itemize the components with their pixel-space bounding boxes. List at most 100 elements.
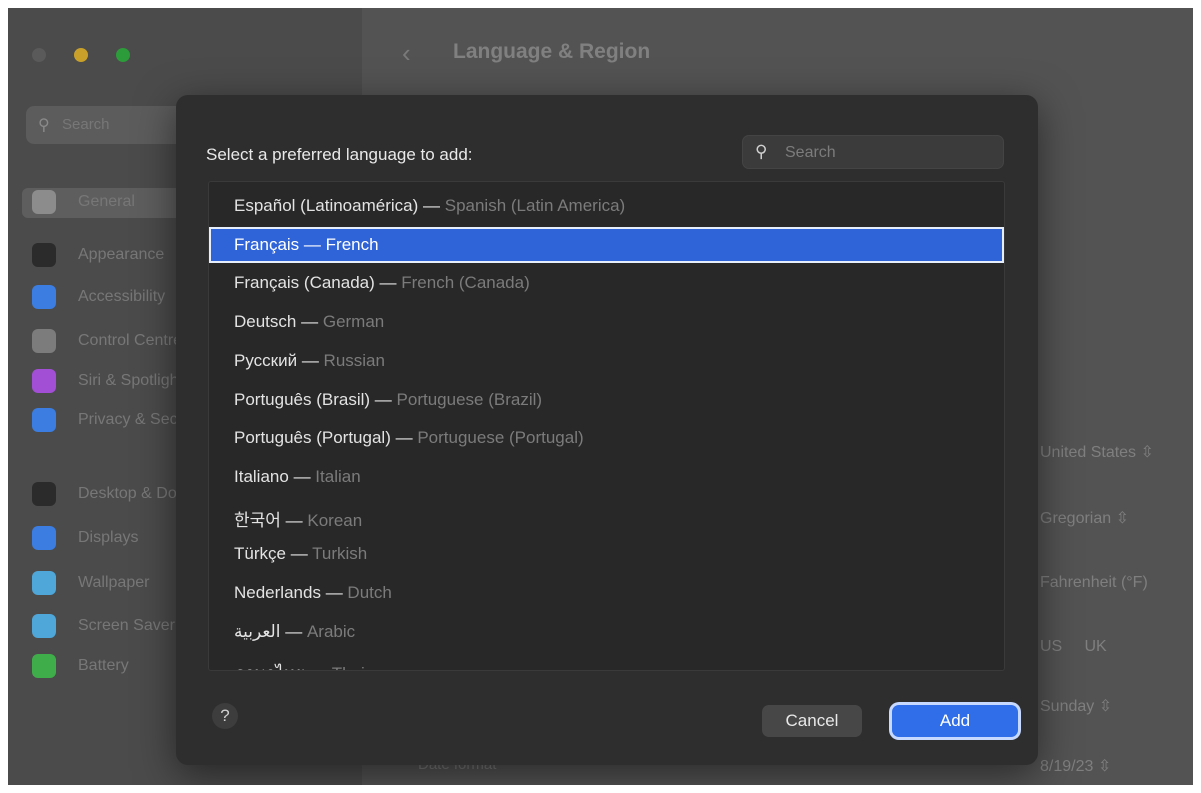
language-native-name: ภาษาไทย <box>234 664 305 670</box>
language-english-name: Turkish <box>312 544 368 564</box>
language-separator: — <box>290 544 308 564</box>
language-row[interactable]: Italiano — Italian <box>209 459 1004 495</box>
language-native-name: Türkçe <box>234 544 286 564</box>
language-row[interactable]: Türkçe — Turkish <box>209 536 1004 572</box>
sidebar-item-label: Control Centre <box>78 332 183 349</box>
language-separator: — <box>293 466 311 486</box>
language-english-name: Korean <box>307 510 363 530</box>
language-native-name: Português (Brasil) <box>234 389 371 409</box>
language-separator: — <box>310 664 327 670</box>
minimize-button[interactable] <box>74 48 88 62</box>
language-native-name: Deutsch <box>234 312 297 332</box>
language-row[interactable]: Português (Brasil) — Portuguese (Brazil) <box>209 382 1004 418</box>
help-button[interactable]: ? <box>212 703 238 729</box>
language-english-name: Thai <box>332 664 365 670</box>
language-row[interactable]: ภาษาไทย — Thai <box>209 652 1004 670</box>
sidebar-item-label: Screen Saver <box>78 617 175 634</box>
sidebar-item-label: Siri & Spotlight <box>78 372 183 389</box>
language-row-text: Français — French <box>234 235 379 255</box>
wallpaper-icon <box>32 571 56 595</box>
language-native-name: Nederlands <box>234 583 321 602</box>
region-value: United States <box>1040 444 1137 461</box>
temperature-popup[interactable]: Fahrenheit (°F) <box>1040 574 1148 592</box>
first-day-popup[interactable]: Sunday ⇳ <box>1040 696 1112 716</box>
add-button[interactable]: Add <box>892 705 1018 737</box>
gear-icon <box>32 190 56 214</box>
sidebar-item-label: General <box>78 193 135 210</box>
sidebar-item-label: Displays <box>78 529 139 546</box>
date-format-value: 8/19/23 <box>1040 758 1094 775</box>
region-popup[interactable]: United States ⇳ <box>1040 442 1154 462</box>
language-separator: — <box>285 510 303 530</box>
temperature-value: Fahrenheit (°F) <box>1040 574 1148 591</box>
language-separator: — <box>325 583 343 602</box>
search-icon: ⚲ <box>38 117 50 134</box>
language-row[interactable]: Русский — Russian <box>209 343 1004 379</box>
calendar-popup[interactable]: Gregorian ⇳ <box>1040 508 1129 528</box>
cancel-button[interactable]: Cancel <box>762 705 862 737</box>
appearance-icon <box>32 243 56 267</box>
language-native-name: Русский <box>234 350 298 370</box>
language-separator: — <box>423 196 440 215</box>
settings-window: ⚲ Search General Appearance Accessibility C… <box>8 8 1193 785</box>
language-english-name: German <box>322 312 385 332</box>
calendar-value: Gregorian <box>1040 510 1112 527</box>
language-english-name: French <box>325 234 379 254</box>
date-format-popup[interactable]: 8/19/23 ⇳ <box>1040 756 1111 776</box>
dock-icon <box>32 482 56 506</box>
language-row-text: Русский — Russian <box>234 351 385 371</box>
accessibility-icon <box>32 285 56 309</box>
sidebar-search-placeholder: Search <box>62 116 110 133</box>
language-english-name: French (Canada) <box>401 273 530 293</box>
language-row-text: Français (Canada) — French (Canada) <box>234 273 530 293</box>
language-english-name: Spanish (Latin America) <box>444 196 626 215</box>
language-english-name: Russian <box>323 350 385 370</box>
language-english-name: Italian <box>315 466 361 486</box>
language-row-text: Italiano — Italian <box>234 467 361 487</box>
language-separator: — <box>395 428 413 448</box>
language-separator: — <box>379 273 397 293</box>
measurement-segmented[interactable]: US UK <box>1040 638 1107 656</box>
measurement-uk: UK <box>1084 638 1107 655</box>
search-icon: ⚲ <box>755 142 768 161</box>
first-day-value: Sunday <box>1040 698 1095 715</box>
language-row-text: Português (Portugal) — Portuguese (Portu… <box>234 428 584 448</box>
display-icon <box>32 526 56 550</box>
measurement-us: US <box>1040 638 1063 655</box>
language-english-name: Arabic <box>306 621 356 641</box>
close-button[interactable] <box>32 48 46 62</box>
language-search-field[interactable]: ⚲ <box>742 135 1004 169</box>
language-english-name: Portuguese (Brazil) <box>396 389 543 409</box>
language-row-text: Español (Latinoamérica) — Spanish (Latin… <box>234 196 625 216</box>
language-row-text: Türkçe — Turkish <box>234 544 367 564</box>
hand-icon <box>32 408 56 432</box>
language-english-name: Portuguese (Portugal) <box>417 428 584 448</box>
zoom-button[interactable] <box>116 48 130 62</box>
language-native-name: Français (Canada) <box>234 273 375 293</box>
language-separator: — <box>374 389 392 409</box>
sidebar-item-label: Wallpaper <box>78 574 150 591</box>
language-row[interactable]: Français (Canada) — French (Canada) <box>209 265 1004 301</box>
control-centre-icon <box>32 329 56 353</box>
language-row[interactable]: 한국어 — Korean <box>209 498 1004 534</box>
back-chevron-icon[interactable]: ‹ <box>402 38 411 69</box>
language-native-name: 한국어 <box>234 510 281 530</box>
language-english-name: Dutch <box>347 583 392 602</box>
language-row[interactable]: Français — French <box>209 226 1004 263</box>
language-separator: — <box>285 621 303 641</box>
language-row[interactable]: Nederlands — Dutch <box>209 575 1004 611</box>
language-separator: — <box>301 312 319 332</box>
language-row[interactable]: العربية — Arabic <box>209 614 1004 650</box>
language-search-input[interactable] <box>783 142 987 164</box>
dialog-prompt: Select a preferred language to add: <box>206 145 473 164</box>
language-row[interactable]: Deutsch — German <box>209 304 1004 340</box>
language-row-text: Deutsch — German <box>234 312 384 332</box>
language-row-text: Nederlands — Dutch <box>234 583 392 603</box>
language-row-text: Português (Brasil) — Portuguese (Brazil) <box>234 390 542 410</box>
language-list[interactable]: Español (Latinoamérica) — Spanish (Latin… <box>208 181 1005 671</box>
language-row[interactable]: Português (Portugal) — Portuguese (Portu… <box>209 420 1004 456</box>
screen-saver-icon <box>32 614 56 638</box>
language-native-name: Español (Latinoamérica) <box>234 196 419 215</box>
sidebar-item-label: Battery <box>78 657 129 674</box>
language-row[interactable]: Español (Latinoamérica) — Spanish (Latin… <box>209 188 1004 224</box>
